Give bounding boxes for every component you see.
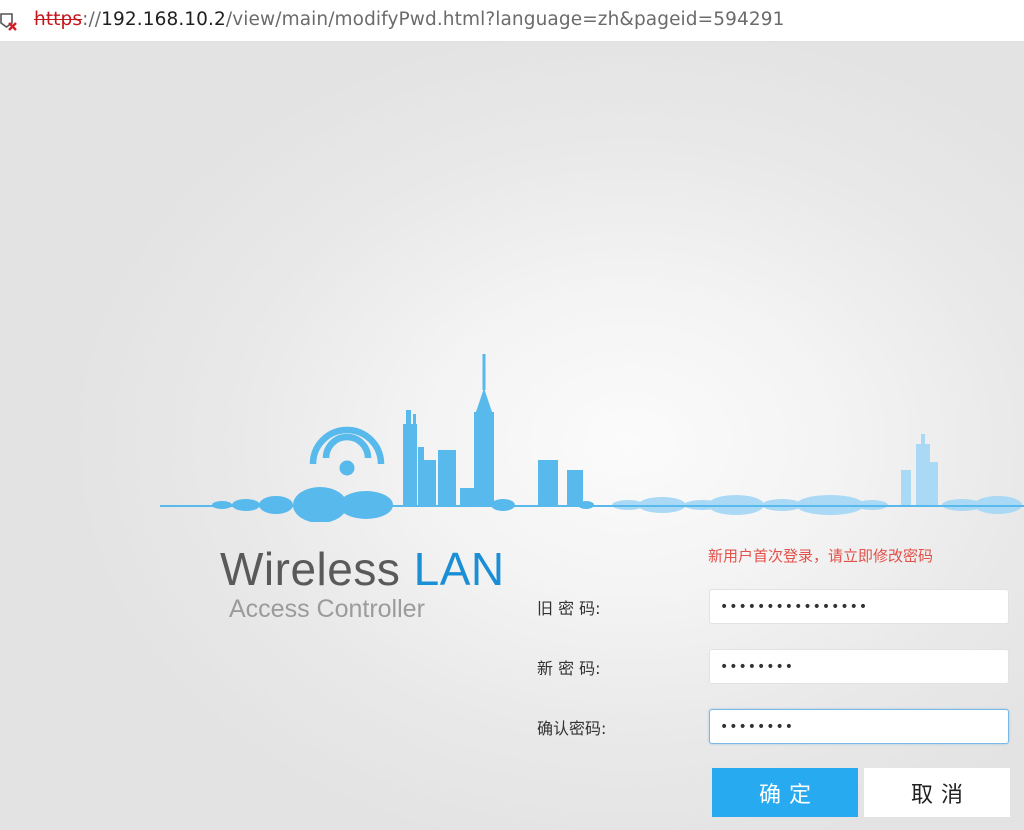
old-password-field[interactable] bbox=[709, 589, 1009, 624]
cancel-button[interactable]: 取消 bbox=[864, 768, 1010, 817]
address-bar[interactable]: https://192.168.10.2/view/main/modifyPwd… bbox=[0, 0, 1024, 42]
url-separator: :// bbox=[82, 9, 102, 30]
certificate-error-icon[interactable] bbox=[0, 12, 18, 32]
login-page: Wireless LAN Access Controller 新用户首次登录，请… bbox=[0, 42, 1024, 830]
url-scheme: https bbox=[34, 9, 83, 30]
confirm-button[interactable]: 确定 bbox=[712, 768, 858, 817]
new-password-field[interactable] bbox=[709, 649, 1009, 684]
product-title-accent: LAN bbox=[413, 543, 505, 595]
product-title-main: Wireless bbox=[220, 543, 401, 595]
city-skyline-illustration bbox=[160, 354, 1024, 522]
old-password-label: 旧 密 码: bbox=[537, 599, 601, 618]
product-title: Wireless LAN bbox=[220, 542, 505, 596]
product-subtitle: Access Controller bbox=[229, 595, 425, 623]
confirm-password-label: 确认密码: bbox=[537, 719, 607, 738]
url-text[interactable]: https://192.168.10.2/view/main/modifyPwd… bbox=[34, 9, 784, 30]
new-password-label: 新 密 码: bbox=[537, 659, 601, 678]
password-change-notice: 新用户首次登录，请立即修改密码 bbox=[708, 547, 934, 565]
url-path: /view/main/modifyPwd.html?language=zh&pa… bbox=[225, 9, 785, 30]
confirm-password-field[interactable] bbox=[709, 709, 1009, 744]
url-host: 192.168.10.2 bbox=[101, 9, 226, 30]
